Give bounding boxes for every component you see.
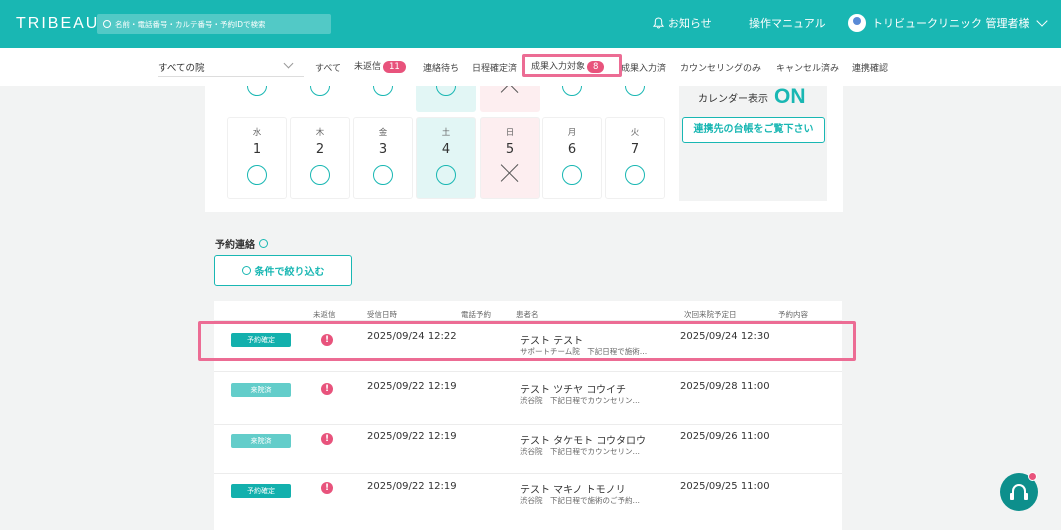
search-input[interactable] [115,19,325,29]
calendar-day[interactable]: 火 7 [605,117,665,199]
calendar-cell-partial[interactable] [542,86,602,112]
notifications-label: お知らせ [668,17,712,30]
calendar-cell-partial[interactable] [227,86,287,112]
filter-conditions-button[interactable]: 条件で絞り込む [214,255,352,286]
highlight-frame [198,321,856,361]
headset-icon-ear [1024,493,1028,500]
contacts-title: 予約連絡 [215,236,268,251]
unreplied-alert-icon: ! [321,482,333,494]
available-circle-icon [247,86,267,96]
calendar-cell-partial[interactable] [290,86,350,112]
unreplied-alert-icon: ! [321,383,333,395]
patient-subtext: 渋谷院 下記日程でカウンセリン… [520,447,640,456]
received-datetime: 2025/09/22 12:19 [367,381,457,392]
notification-dot [1028,472,1037,481]
headset-icon-ear [1010,493,1014,500]
available-circle-icon [562,165,582,185]
highlight-frame [522,54,622,77]
calendar-display-label: カレンダー表示 [698,93,768,105]
divider [214,371,842,372]
calendar-cell-partial[interactable] [605,86,665,112]
closed-cross-icon [500,86,520,94]
global-search[interactable] [97,14,331,34]
chevron-down-icon [283,58,294,69]
search-icon [241,266,251,275]
available-circle-icon [310,86,330,96]
tab-all[interactable]: すべて [315,61,341,74]
column-header-unreplied: 未返信 [313,310,336,319]
tab-integration-check[interactable]: 連携確認 [852,61,888,74]
available-circle-icon [247,165,267,185]
patient-name[interactable]: テスト タケモト コウタロウ [520,432,646,447]
next-visit-date: 2025/09/26 11:00 [680,431,770,442]
clinic-select-value: すべての院 [158,63,205,74]
clinic-select[interactable]: すべての院 [158,57,304,77]
received-datetime: 2025/09/22 12:19 [367,431,457,442]
available-circle-icon [625,86,645,96]
available-circle-icon [373,86,393,96]
unreplied-alert-icon: ! [321,433,333,445]
tab-counseling-only[interactable]: カウンセリングのみ [680,61,761,74]
next-visit-date: 2025/09/28 11:00 [680,381,770,392]
status-badge: 来院済 [231,434,291,448]
support-chat-button[interactable] [1000,472,1038,511]
divider [214,424,842,425]
available-circle-icon [562,86,582,96]
manual-label: 操作マニュアル [749,17,826,30]
column-header-patient: 患者名 [516,310,539,319]
search-icon [103,20,111,28]
calendar-cell-partial[interactable] [353,86,413,112]
next-visit-date: 2025/09/25 11:00 [680,481,770,492]
column-header-received: 受信日時 [367,310,397,319]
calendar-cell-partial[interactable] [480,86,540,112]
calendar-day-today[interactable]: 土 4 [416,117,476,199]
tab-date-confirmed[interactable]: 日程確定済 [472,61,517,74]
calendar-day[interactable]: 水 1 [227,117,287,199]
available-circle-icon [373,165,393,185]
available-circle-icon [436,165,456,185]
column-header-next-visit: 次回来院予定日 [684,310,737,319]
calendar-day-closed[interactable]: 日 5 [480,117,540,199]
tab-awaiting-contact[interactable]: 連絡待ち [423,61,459,74]
status-badge: 予約確定 [231,484,291,498]
calendar-display-toggle[interactable]: カレンダー表示 ON [698,85,806,109]
patient-subtext: 渋谷院 下記日程で施術のご予約… [520,496,640,505]
patient-subtext: 渋谷院 下記日程でカウンセリン… [520,396,640,405]
column-header-content: 予約内容 [778,310,808,319]
patient-name[interactable]: テスト マキノ トモノリ [520,481,626,496]
tab-results-entered[interactable]: 成果入力済 [621,61,666,74]
notifications-link[interactable]: お知らせ [653,15,712,31]
tribeau-logo[interactable]: TRIBEAU [16,15,99,33]
closed-cross-icon [500,163,520,183]
tab-cancelled[interactable]: キャンセル済み [776,61,839,74]
chevron-down-icon [1035,15,1048,27]
calendar-day[interactable]: 月 6 [542,117,602,199]
view-ledger-button[interactable]: 連携先の台帳をご覧下さい [682,117,825,143]
calendar-cell-partial[interactable] [416,86,476,112]
calendar-display-state: ON [774,85,806,108]
available-circle-icon [310,165,330,185]
divider [214,473,842,474]
received-datetime: 2025/09/22 12:19 [367,481,457,492]
info-icon[interactable] [259,239,268,248]
calendar-day[interactable]: 金 3 [353,117,413,199]
top-bar: TRIBEAU お知らせ 操作マニュアル トリビュークリニック 管理者様 [0,0,1061,48]
bell-icon [653,17,664,29]
available-circle-icon [436,86,456,96]
column-header-phone: 電話予約 [461,310,491,319]
unreplied-count-badge: 11 [383,61,406,73]
calendar-day[interactable]: 木 2 [290,117,350,199]
avatar [848,14,866,32]
tab-unreplied[interactable]: 未返信 11 [354,59,406,73]
patient-name[interactable]: テスト ツチヤ コウイチ [520,381,626,396]
status-badge: 来院済 [231,383,291,397]
manual-link[interactable]: 操作マニュアル [749,15,826,31]
user-name: トリビュークリニック 管理者様 [872,17,1030,30]
user-menu[interactable]: トリビュークリニック 管理者様 [848,14,1048,32]
available-circle-icon [625,165,645,185]
